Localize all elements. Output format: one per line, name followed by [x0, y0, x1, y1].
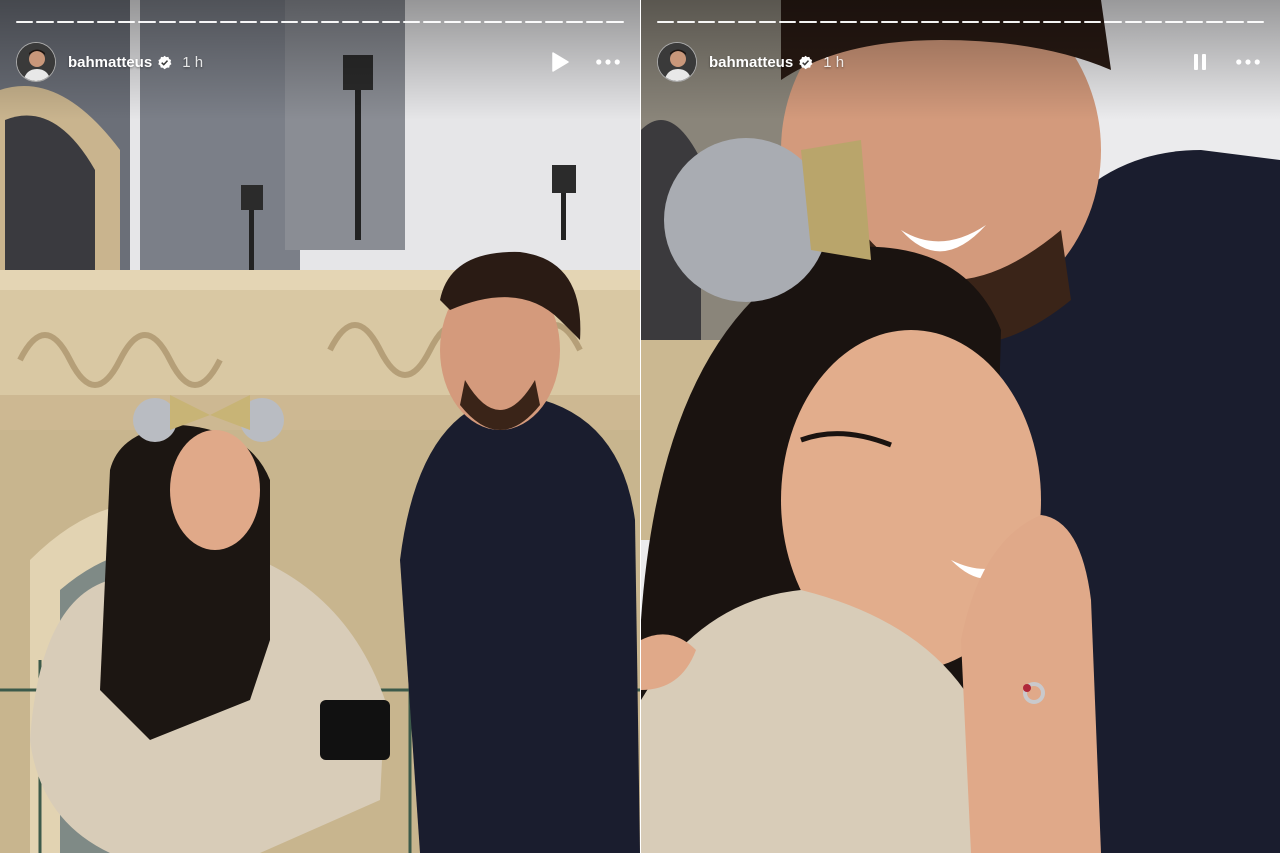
progress-segment [443, 21, 461, 23]
progress-segment [463, 21, 482, 23]
progress-segment [1022, 21, 1041, 23]
progress-bar [657, 21, 1264, 24]
story-panel-right[interactable]: bahmatteus 1 h [641, 0, 1280, 853]
progress-segment [1144, 21, 1163, 23]
progress-segment [717, 21, 736, 23]
progress-segment [362, 21, 380, 23]
progress-segment [77, 21, 95, 23]
username[interactable]: bahmatteus [709, 54, 793, 71]
progress-segment [860, 21, 878, 23]
progress-segment [799, 21, 817, 23]
progress-segment [1104, 21, 1122, 23]
progress-segment [402, 21, 421, 23]
progress-segment [1165, 21, 1183, 23]
story-photo [0, 0, 640, 853]
progress-segment [982, 21, 1000, 23]
progress-segment [1002, 21, 1020, 23]
progress-segment [778, 21, 797, 23]
progress-segment [199, 21, 217, 23]
progress-segment [758, 21, 776, 23]
progress-segment [1124, 21, 1142, 23]
avatar[interactable] [657, 42, 697, 82]
username[interactable]: bahmatteus [68, 54, 152, 71]
play-icon[interactable] [548, 50, 572, 74]
progress-segment [1246, 21, 1264, 23]
story-header: bahmatteus 1 h [657, 42, 1264, 82]
more-options-icon[interactable] [1236, 50, 1260, 74]
progress-segment [423, 21, 441, 23]
progress-segment [1063, 21, 1081, 23]
progress-segment [484, 21, 502, 23]
progress-segment [1043, 21, 1061, 23]
progress-segment [586, 21, 604, 23]
progress-segment [697, 21, 715, 23]
progress-segment [657, 21, 675, 23]
progress-segment [738, 21, 756, 23]
progress-segment [1185, 21, 1203, 23]
progress-segment [961, 21, 980, 23]
pause-icon[interactable] [1188, 50, 1212, 74]
progress-segment [504, 21, 522, 23]
progress-segment [56, 21, 75, 23]
story-panel-left[interactable]: bahmatteus 1 h [0, 0, 640, 853]
verified-badge-icon [799, 55, 813, 69]
story-viewer: bahmatteus 1 h bahmatteus 1 h [0, 0, 1280, 853]
progress-segment [16, 21, 34, 23]
progress-segment [900, 21, 919, 23]
progress-segment [1205, 21, 1224, 23]
progress-segment [941, 21, 959, 23]
progress-segment [545, 21, 563, 23]
progress-segment [921, 21, 939, 23]
progress-segment [97, 21, 115, 23]
progress-segment [1226, 21, 1244, 23]
progress-segment [260, 21, 278, 23]
progress-segment [382, 21, 400, 23]
progress-segment [341, 21, 360, 23]
progress-segment [117, 21, 136, 23]
progress-segment [138, 21, 156, 23]
time-ago: 1 h [823, 53, 845, 71]
progress-segment [219, 21, 237, 23]
progress-segment [178, 21, 197, 23]
progress-segment [819, 21, 837, 23]
time-ago: 1 h [182, 53, 204, 71]
progress-segment [565, 21, 584, 23]
progress-segment [1083, 21, 1102, 23]
progress-segment [880, 21, 898, 23]
progress-segment [524, 21, 543, 23]
progress-segment [36, 21, 54, 23]
verified-badge-icon [158, 55, 172, 69]
progress-segment [301, 21, 319, 23]
progress-segment [677, 21, 695, 23]
progress-segment [606, 21, 624, 23]
progress-segment [280, 21, 299, 23]
more-options-icon[interactable] [596, 50, 620, 74]
progress-segment [321, 21, 339, 23]
progress-segment [158, 21, 176, 23]
story-photo [641, 0, 1280, 853]
progress-bar [16, 21, 624, 24]
story-header: bahmatteus 1 h [16, 42, 624, 82]
progress-segment [239, 21, 258, 23]
avatar[interactable] [16, 42, 56, 82]
progress-segment [839, 21, 858, 23]
